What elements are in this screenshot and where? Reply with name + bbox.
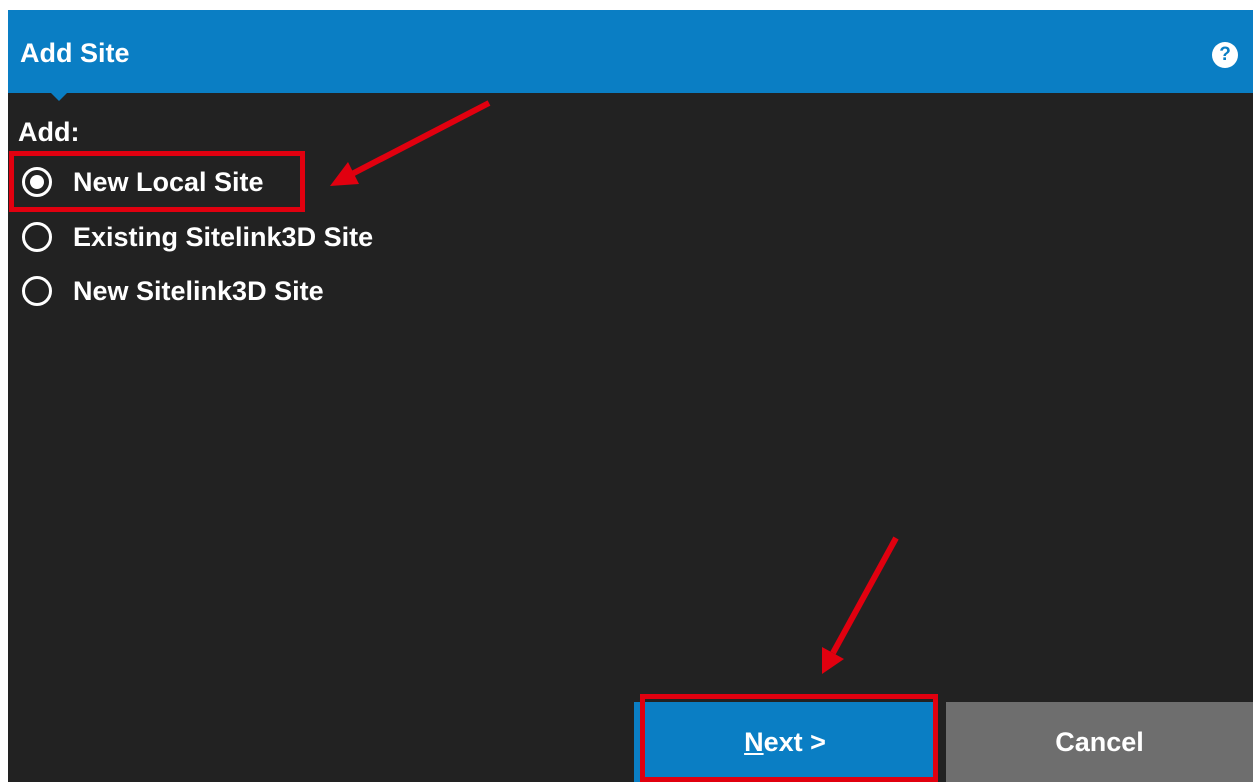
help-icon[interactable]: ?: [1212, 42, 1238, 68]
cancel-button[interactable]: Cancel: [946, 702, 1253, 782]
option-existing-sitelink3d-site[interactable]: Existing Sitelink3D Site: [22, 217, 373, 257]
option-label: Existing Sitelink3D Site: [73, 221, 374, 252]
dialog-title: Add Site: [20, 38, 130, 68]
highlight-next-button: [640, 694, 938, 782]
radio-unselected-icon[interactable]: [22, 222, 52, 252]
title-notch: [50, 92, 68, 101]
highlight-new-local-site: [9, 151, 305, 212]
option-new-sitelink3d-site[interactable]: New Sitelink3D Site: [22, 271, 324, 311]
add-site-dialog: Add Site ? Add: New Local Site Existing …: [8, 10, 1253, 782]
add-label: Add:: [18, 117, 80, 147]
radio-unselected-icon[interactable]: [22, 276, 52, 306]
dialog-title-bar: Add Site ?: [8, 10, 1253, 93]
option-label: New Sitelink3D Site: [73, 275, 324, 306]
